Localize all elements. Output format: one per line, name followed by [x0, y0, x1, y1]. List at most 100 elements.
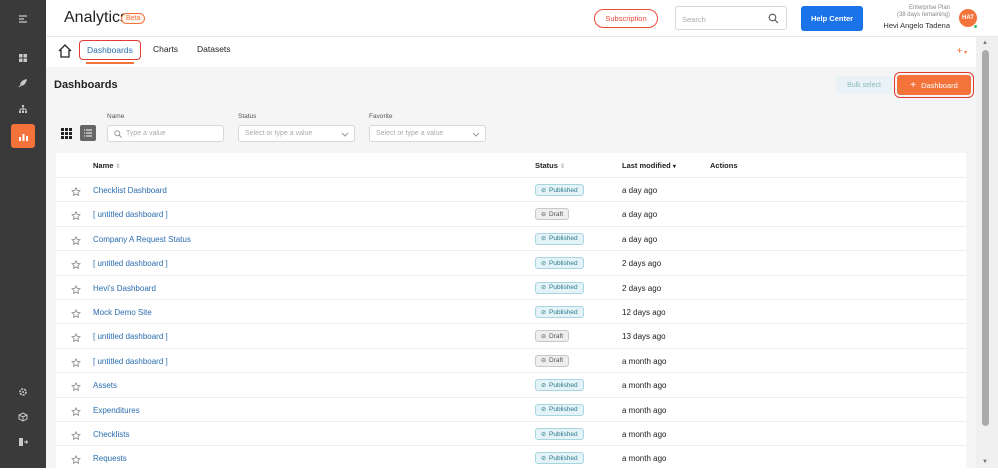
column-last-modified[interactable]: Last modified ▾ [622, 161, 676, 170]
dashboard-name-link[interactable]: [ untitled dashboard ] [93, 332, 168, 341]
hierarchy-icon[interactable] [11, 97, 35, 121]
scrollbar-thumb[interactable] [982, 50, 989, 426]
favorite-star-icon[interactable] [71, 355, 81, 373]
main-content: Dashboards Bulk select + Dashboard Name … [46, 67, 976, 473]
dashboard-name-link[interactable]: Mock Demo Site [93, 308, 152, 317]
column-name[interactable]: Name ⇕ [93, 161, 121, 170]
favorite-star-icon[interactable] [71, 404, 81, 422]
status-badge: ⊖ Draft [535, 330, 570, 343]
favorite-star-icon[interactable] [71, 257, 81, 275]
dashboards-table: Name ⇕ Status ⇕ Last modified ▾ Actions … [56, 153, 966, 473]
app-title: Analytics [64, 9, 129, 26]
tab-charts[interactable]: Charts [153, 44, 178, 54]
filter-status-select[interactable]: Select or type a value [238, 125, 355, 142]
dashboard-name-link[interactable]: [ untitled dashboard ] [93, 357, 168, 366]
check-circle-icon: ⊘ [541, 260, 547, 267]
status-text: Published [549, 381, 578, 389]
table-row[interactable]: Requests ⊘ Published a month ago [56, 445, 966, 469]
table-row[interactable]: Assets ⊘ Published a month ago [56, 372, 966, 396]
add-dashboard-button[interactable]: + Dashboard [894, 72, 974, 98]
settings-gear-icon[interactable] [11, 380, 35, 404]
favorite-star-icon[interactable] [71, 208, 81, 226]
table-row[interactable]: Mock Demo Site ⊘ Published 12 days ago [56, 299, 966, 323]
last-modified: 2 days ago [622, 283, 662, 293]
favorite-star-icon[interactable] [71, 233, 81, 251]
status-badge: ⊖ Draft [535, 354, 570, 367]
table-row[interactable]: [ untitled dashboard ] ⊖ Draft a day ago [56, 201, 966, 225]
dashboard-name-link[interactable]: Company A Request Status [93, 235, 191, 244]
help-center-button[interactable]: Help Center [801, 6, 863, 31]
dashboard-name-link[interactable]: Checklists [93, 430, 129, 439]
box-icon[interactable] [11, 405, 35, 429]
status-badge: ⊘ Published [535, 379, 584, 392]
search-icon [768, 13, 779, 24]
dashboard-name-link[interactable]: Expenditures [93, 406, 140, 415]
table-row[interactable]: [ untitled dashboard ] ⊘ Published 2 days a… [56, 250, 966, 274]
scrollbar[interactable]: ▲ ▼ [976, 37, 998, 468]
last-modified: a month ago [622, 430, 667, 439]
home-icon[interactable] [57, 43, 73, 59]
dashboard-name-link[interactable]: [ untitled dashboard ] [93, 259, 168, 268]
list-view-icon[interactable] [80, 125, 96, 141]
table-header: Name ⇕ Status ⇕ Last modified ▾ Actions [56, 153, 966, 177]
check-circle-icon: ⊘ [541, 236, 547, 243]
dashboard-name-link[interactable]: Hevi's Dashboard [93, 284, 156, 293]
subscription-button[interactable]: Subscription [594, 9, 658, 28]
status-badge: ⊘ Published [535, 232, 584, 245]
table-row[interactable]: Checklist Dashboard ⊘ Published a day ago [56, 177, 966, 201]
column-status[interactable]: Status ⇕ [535, 161, 565, 170]
last-modified: a day ago [622, 234, 658, 244]
table-row[interactable]: Hevi's Dashboard ⊘ Published 2 days ago [56, 274, 966, 300]
filter-favorite-select[interactable]: Select or type a value [369, 125, 486, 142]
filter-favorite-placeholder: Select or type a value [376, 130, 444, 137]
last-modified: 13 days ago [622, 332, 666, 342]
dashboard-name-link[interactable]: [ untitled dashboard ] [93, 210, 168, 219]
dashboard-name-link[interactable]: Assets [93, 381, 117, 390]
favorite-star-icon[interactable] [71, 306, 81, 324]
table-row[interactable]: Checklists ⊘ Published a month ago [56, 421, 966, 445]
table-row[interactable]: Expenditures ⊘ Published a month ago [56, 396, 966, 422]
check-circle-icon: ⊘ [541, 455, 547, 462]
tab-dashboards[interactable]: Dashboards [79, 40, 141, 64]
add-dropdown-icon[interactable]: + ▾ [956, 46, 967, 57]
search-input[interactable]: Search [675, 6, 787, 30]
favorite-star-icon[interactable] [71, 379, 81, 397]
favorite-star-icon[interactable] [71, 428, 81, 446]
table-row[interactable]: [ untitled dashboard ] ⊖ Draft 13 days ago [56, 323, 966, 347]
dashboard-name-link[interactable]: Checklist Dashboard [93, 186, 167, 195]
analytics-chart-icon[interactable] [11, 124, 35, 148]
rocket-icon[interactable] [11, 71, 35, 95]
logout-icon[interactable] [11, 430, 35, 454]
add-dashboard-label: Dashboard [921, 80, 958, 90]
status-text: Published [549, 430, 578, 438]
last-modified: a day ago [622, 210, 658, 220]
last-modified: a month ago [622, 405, 667, 415]
plan-remaining: (38 days remaining) [896, 12, 950, 18]
bulk-select-button[interactable]: Bulk select [836, 76, 892, 94]
favorite-star-icon[interactable] [71, 330, 81, 348]
last-modified: a month ago [622, 356, 667, 366]
favorite-star-icon[interactable] [71, 184, 81, 202]
status-text: Published [549, 406, 578, 414]
filter-name-input[interactable]: Type a value [107, 125, 224, 142]
dashboard-name-link[interactable]: Requests [93, 454, 127, 463]
plan-info: Enterprise Plan (38 days remaining) Hevi… [883, 5, 950, 30]
last-modified: a day ago [622, 186, 658, 195]
check-circle-icon: ⊘ [541, 431, 547, 438]
status-text: Draft [549, 210, 564, 218]
dashboard-grid-icon[interactable] [11, 46, 35, 70]
status-badge: ⊘ Published [535, 452, 584, 465]
last-modified: 2 days ago [622, 259, 662, 269]
user-name: Hevi Angelo Tadena [883, 21, 950, 30]
table-row[interactable]: Company A Request Status ⊘ Published a day … [56, 225, 966, 251]
table-row[interactable]: [ untitled dashboard ] ⊖ Draft a month ago [56, 347, 966, 373]
scroll-down-arrow[interactable]: ▼ [982, 459, 988, 465]
menu-toggle-icon[interactable] [11, 7, 35, 31]
tab-datasets[interactable]: Datasets [197, 44, 231, 54]
status-text: Published [549, 235, 578, 243]
last-modified: a month ago [622, 454, 667, 464]
plan-name: Enterprise Plan [908, 5, 950, 11]
favorite-star-icon[interactable] [71, 282, 81, 300]
scroll-up-arrow[interactable]: ▲ [982, 40, 988, 46]
card-view-icon[interactable] [58, 125, 74, 141]
